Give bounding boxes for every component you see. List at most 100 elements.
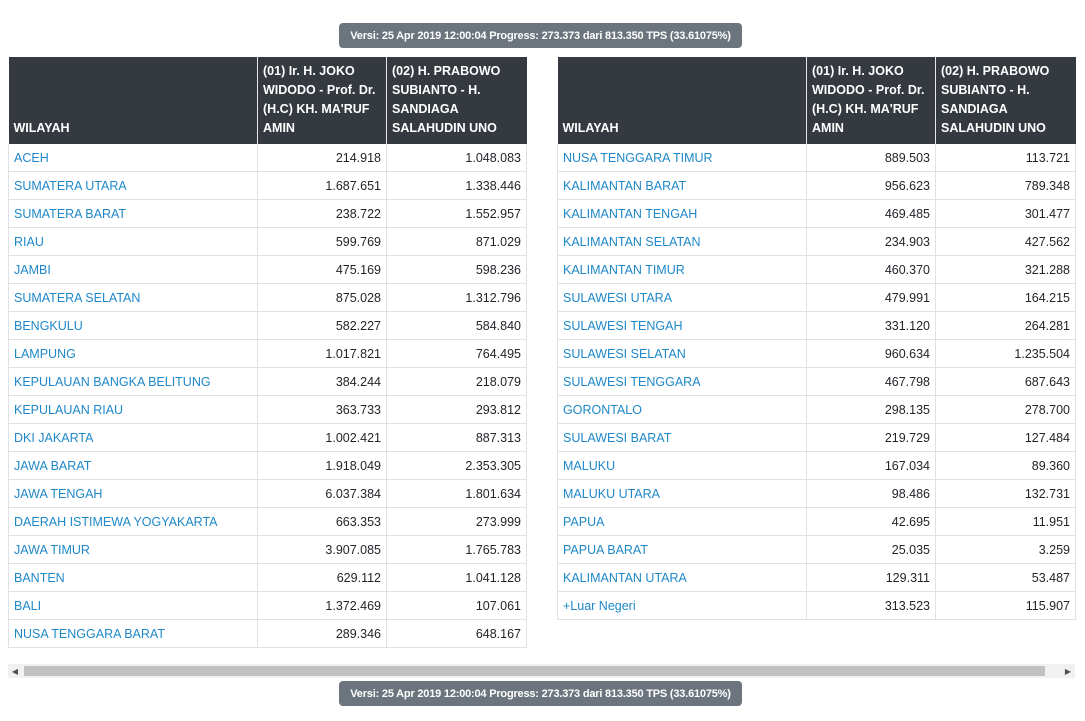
candidate-02-votes: 1.801.634 [386,479,527,508]
region-link[interactable]: KALIMANTAN SELATAN [563,235,701,249]
table-row: PAPUA 42.695 11.951 [557,507,1076,536]
candidate-02-votes: 273.999 [386,507,527,536]
region-link[interactable]: BANTEN [14,571,65,585]
table-row: SULAWESI UTARA 479.991 164.215 [557,283,1076,312]
table-row: NUSA TENGGARA TIMUR 889.503 113.721 [557,144,1076,172]
region-link[interactable]: MALUKU UTARA [563,487,660,501]
region-link[interactable]: SULAWESI TENGAH [563,319,682,333]
candidate-01-votes: 25.035 [806,535,936,564]
region-link[interactable]: KEPULAUAN BANGKA BELITUNG [14,375,211,389]
region-link[interactable]: JAWA TENGAH [14,487,102,501]
region-cell: SUMATERA UTARA [8,171,258,200]
region-link[interactable]: KALIMANTAN TIMUR [563,263,685,277]
candidate-02-votes: 127.484 [935,423,1076,452]
candidate-02-votes: 1.765.783 [386,535,527,564]
table-header-row: WILAYAH (01) Ir. H. JOKO WIDODO - Prof. … [557,57,1076,144]
candidate-02-votes: 218.079 [386,367,527,396]
region-link[interactable]: MALUKU [563,459,615,473]
table-row: BENGKULU 582.227 584.840 [8,311,527,340]
table-row: SUMATERA SELATAN 875.028 1.312.796 [8,283,527,312]
region-link[interactable]: SUMATERA UTARA [14,179,127,193]
candidate-01-votes: 98.486 [806,479,936,508]
candidate-01-votes: 475.169 [257,255,387,284]
region-link[interactable]: SUMATERA BARAT [14,207,126,221]
candidate-02-votes: 321.288 [935,255,1076,284]
header-candidate-01: (01) Ir. H. JOKO WIDODO - Prof. Dr. (H.C… [257,57,387,144]
region-cell: GORONTALO [557,395,807,424]
region-link[interactable]: DKI JAKARTA [14,431,93,445]
region-link[interactable]: DAERAH ISTIMEWA YOGYAKARTA [14,515,218,529]
region-link[interactable]: SUMATERA SELATAN [14,291,140,305]
region-link[interactable]: SULAWESI TENGGARA [563,375,701,389]
candidate-02-votes: 648.167 [386,619,527,648]
region-cell: KALIMANTAN BARAT [557,171,807,200]
candidate-01-votes: 167.034 [806,451,936,480]
candidate-02-votes: 598.236 [386,255,527,284]
triangle-right-icon[interactable]: ▶ [1061,664,1075,678]
table-row: KEPULAUAN BANGKA BELITUNG 384.244 218.079 [8,367,527,396]
horizontal-scrollbar[interactable]: ◀ ▶ [8,664,1075,678]
candidate-02-votes: 301.477 [935,199,1076,228]
region-link[interactable]: NUSA TENGGARA TIMUR [563,151,713,165]
region-link[interactable]: KEPULAUAN RIAU [14,403,123,417]
region-link[interactable]: KALIMANTAN BARAT [563,179,686,193]
candidate-02-votes: 584.840 [386,311,527,340]
region-link[interactable]: PAPUA BARAT [563,543,648,557]
region-link[interactable]: JAMBI [14,263,51,277]
candidate-02-votes: 1.048.083 [386,144,527,172]
candidate-01-votes: 129.311 [806,563,936,592]
region-link[interactable]: ACEH [14,151,49,165]
candidate-01-votes: 889.503 [806,144,936,172]
table-row: KALIMANTAN SELATAN 234.903 427.562 [557,227,1076,256]
table-row: NUSA TENGGARA BARAT 289.346 648.167 [8,619,527,648]
region-cell: JAWA TENGAH [8,479,258,508]
region-cell: DKI JAKARTA [8,423,258,452]
region-cell: JAWA BARAT [8,451,258,480]
candidate-01-votes: 6.037.384 [257,479,387,508]
region-link[interactable]: KALIMANTAN TENGAH [563,207,697,221]
scrollbar-thumb[interactable] [24,666,1045,676]
candidate-02-votes: 278.700 [935,395,1076,424]
region-cell: KALIMANTAN TIMUR [557,255,807,284]
header-candidate-01: (01) Ir. H. JOKO WIDODO - Prof. Dr. (H.C… [806,57,936,144]
candidate-02-votes: 2.353.305 [386,451,527,480]
triangle-left-icon[interactable]: ◀ [8,664,22,678]
candidate-01-votes: 238.722 [257,199,387,228]
version-progress-badge-bottom: Versi: 25 Apr 2019 12:00:04 Progress: 27… [339,681,742,706]
region-cell: DAERAH ISTIMEWA YOGYAKARTA [8,507,258,536]
candidate-01-votes: 313.523 [806,591,936,620]
region-link[interactable]: SULAWESI BARAT [563,431,671,445]
region-cell: NUSA TENGGARA BARAT [8,619,258,648]
candidate-01-votes: 298.135 [806,395,936,424]
region-link[interactable]: PAPUA [563,515,604,529]
table-row: SULAWESI BARAT 219.729 127.484 [557,423,1076,452]
region-cell: SULAWESI TENGGARA [557,367,807,396]
region-link[interactable]: SULAWESI SELATAN [563,347,686,361]
candidate-01-votes: 384.244 [257,367,387,396]
region-link[interactable]: +Luar Negeri [563,599,636,613]
region-link[interactable]: BALI [14,599,41,613]
table-row: BANTEN 629.112 1.041.128 [8,563,527,592]
region-cell: SULAWESI UTARA [557,283,807,312]
region-link[interactable]: RIAU [14,235,44,249]
region-link[interactable]: GORONTALO [563,403,642,417]
region-cell: BENGKULU [8,311,258,340]
table-row: DKI JAKARTA 1.002.421 887.313 [8,423,527,452]
region-link[interactable]: BENGKULU [14,319,83,333]
region-link[interactable]: JAWA BARAT [14,459,91,473]
region-cell: SULAWESI SELATAN [557,339,807,368]
region-cell: SULAWESI TENGAH [557,311,807,340]
region-cell: KALIMANTAN SELATAN [557,227,807,256]
version-progress-badge: Versi: 25 Apr 2019 12:00:04 Progress: 27… [339,23,742,48]
candidate-01-votes: 599.769 [257,227,387,256]
region-link[interactable]: NUSA TENGGARA BARAT [14,627,165,641]
candidate-02-votes: 11.951 [935,507,1076,536]
table-row: BALI 1.372.469 107.061 [8,591,527,620]
region-link[interactable]: KALIMANTAN UTARA [563,571,687,585]
region-link[interactable]: SULAWESI UTARA [563,291,672,305]
table-row: PAPUA BARAT 25.035 3.259 [557,535,1076,564]
region-link[interactable]: JAWA TIMUR [14,543,90,557]
region-link[interactable]: LAMPUNG [14,347,76,361]
candidate-01-votes: 956.623 [806,171,936,200]
results-table-right: WILAYAH (01) Ir. H. JOKO WIDODO - Prof. … [557,57,1076,620]
